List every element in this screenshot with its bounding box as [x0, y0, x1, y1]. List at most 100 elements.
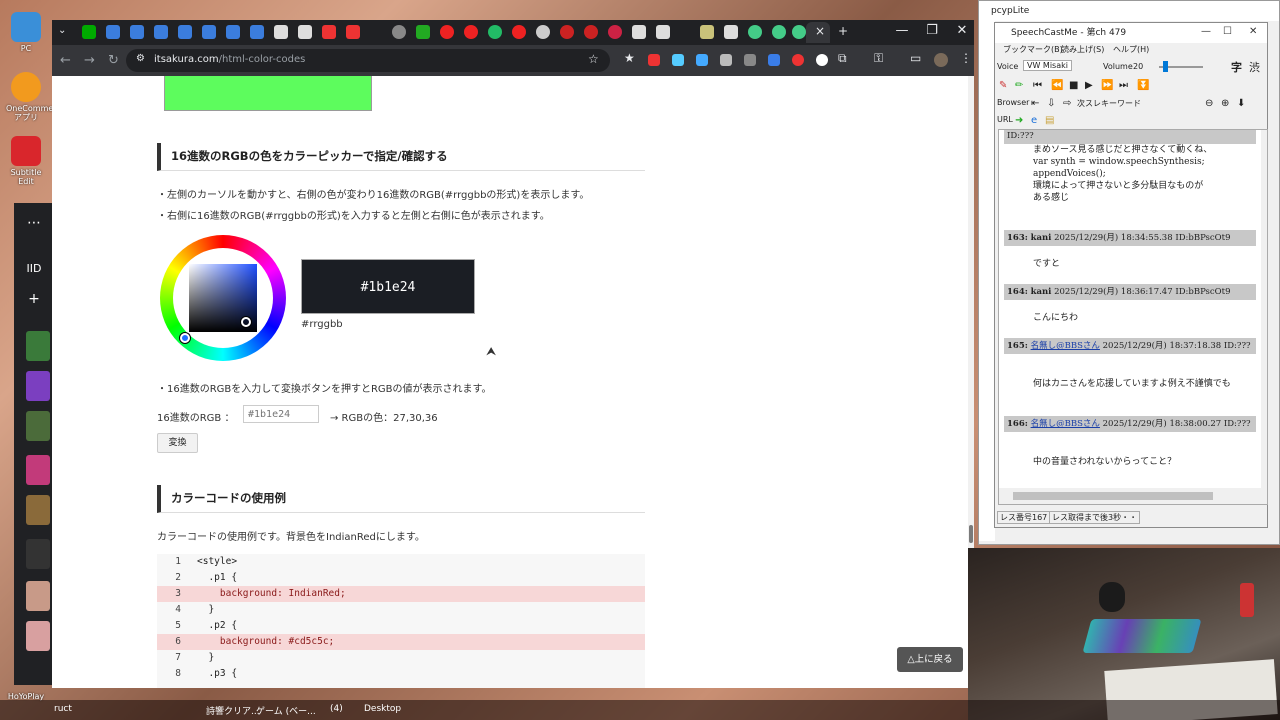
app-thumbnail[interactable]	[26, 411, 50, 441]
tab-favicon[interactable]	[322, 25, 336, 39]
maximize-icon[interactable]: ☐	[1223, 26, 1232, 37]
thread-horizontal-scrollbar-thumb[interactable]	[1013, 492, 1213, 500]
app-thumbnail[interactable]	[26, 539, 50, 569]
profile-avatar[interactable]	[934, 53, 948, 67]
nav-next-icon[interactable]: ⇨	[1063, 98, 1071, 109]
app-thumbnail[interactable]	[26, 621, 50, 651]
color-wheel[interactable]	[160, 235, 286, 361]
taskbar-item[interactable]: ruct	[54, 704, 72, 714]
nav-first-icon[interactable]: ⇤	[1031, 98, 1039, 109]
color-preview[interactable]: #1b1e24	[301, 259, 475, 314]
extension-icon[interactable]	[792, 54, 804, 66]
back-to-top-button[interactable]: △上に戻る	[897, 647, 963, 672]
app-thumbnail[interactable]	[26, 581, 50, 611]
tab-favicon[interactable]	[656, 25, 670, 39]
taskbar-item[interactable]: Desktop	[364, 704, 401, 714]
convert-button[interactable]: 変換	[157, 433, 198, 453]
desktop-icon-pc[interactable]: PC	[6, 12, 46, 53]
download-icon[interactable]: ⬇	[1237, 98, 1245, 109]
tab-favicon[interactable]	[130, 25, 144, 39]
tab-favicon[interactable]	[632, 25, 646, 39]
app-thumbnail[interactable]	[26, 331, 50, 361]
sidebar-tab[interactable]: IID	[24, 259, 44, 279]
kanji-button[interactable]: 字	[1231, 59, 1242, 75]
extensions-puzzle-icon[interactable]: ⧉	[838, 51, 847, 66]
tab-favicon[interactable]	[724, 25, 738, 39]
tab-favicon[interactable]	[608, 25, 622, 39]
kanji-button-2[interactable]: 渋	[1249, 59, 1260, 75]
fast-forward-icon[interactable]: ⏩	[1101, 80, 1113, 91]
close-icon[interactable]: ✕	[1249, 26, 1257, 37]
tab-favicon[interactable]	[392, 25, 406, 39]
tab-favicon[interactable]	[154, 25, 168, 39]
tab-favicon[interactable]	[464, 25, 478, 39]
menu-icon[interactable]: ⋯	[24, 213, 44, 233]
close-icon[interactable]: ✕	[948, 23, 974, 38]
add-icon[interactable]: +	[24, 289, 44, 309]
go-icon[interactable]: ➜	[1015, 115, 1023, 126]
thread-view[interactable]: ID:??? まめソース見る感じだと押さなくて動くね、 var synth = …	[998, 129, 1268, 505]
page-scrollbar-thumb[interactable]	[969, 525, 973, 543]
extension-icon[interactable]	[696, 54, 708, 66]
tab-favicon[interactable]	[416, 25, 430, 39]
extension-icon[interactable]	[744, 54, 756, 66]
tab-favicon[interactable]	[202, 25, 216, 39]
extension-icon[interactable]	[720, 54, 732, 66]
hex-input[interactable]	[243, 405, 319, 423]
app-thumbnail[interactable]	[26, 371, 50, 401]
star-filled-icon[interactable]: ★	[624, 51, 635, 65]
ie-icon[interactable]: e	[1031, 115, 1037, 126]
extension-icon[interactable]	[672, 54, 684, 66]
marker-icon[interactable]: ✎	[999, 80, 1007, 91]
sv-picker-handle[interactable]	[241, 317, 251, 327]
folder-icon[interactable]: ▤	[1045, 115, 1054, 126]
play-icon[interactable]: ▶	[1085, 80, 1093, 91]
voice-select[interactable]: VW Misaki	[1023, 60, 1072, 71]
menu-bookmark[interactable]: ブックマーク(B)	[1003, 44, 1063, 55]
taskbar-item[interactable]: ゲーム (ベー...	[256, 704, 316, 717]
tab-favicon[interactable]	[298, 25, 312, 39]
back-icon[interactable]: ←	[60, 53, 71, 68]
post-name[interactable]: 名無し@BBSさん	[1031, 341, 1100, 351]
taskbar-item[interactable]: 詩響クリア...	[206, 704, 260, 717]
reload-icon[interactable]: ↻	[108, 53, 119, 68]
side-panel-icon[interactable]: ▭	[910, 51, 921, 65]
menu-help[interactable]: ヘルプ(H)	[1113, 44, 1149, 55]
tab-favicon[interactable]	[274, 25, 288, 39]
tab-favicon[interactable]	[440, 25, 454, 39]
tab-favicon[interactable]	[536, 25, 550, 39]
tab-favicon[interactable]	[488, 25, 502, 39]
tab-favicon[interactable]	[512, 25, 526, 39]
download-icon[interactable]: ⏬	[1137, 80, 1149, 91]
menu-dots-icon[interactable]: ⋮	[960, 51, 972, 65]
tab-favicon[interactable]	[346, 25, 360, 39]
site-info-icon[interactable]: ⚙	[136, 53, 145, 64]
taskbar-item[interactable]: (4)	[330, 704, 343, 714]
menu-read[interactable]: 読み上げ(S)	[1061, 44, 1104, 55]
zoom-out-icon[interactable]: ⊖	[1205, 98, 1213, 109]
extension-icon[interactable]	[768, 54, 780, 66]
volume-slider-handle[interactable]	[1163, 61, 1168, 72]
desktop-icon-subtitle-edit[interactable]: Subtitle Edit	[6, 136, 46, 186]
extension-icon[interactable]	[816, 54, 828, 66]
tab-favicon[interactable]	[748, 25, 762, 39]
rewind-icon[interactable]: ⏪	[1051, 80, 1063, 91]
app-thumbnail[interactable]	[26, 495, 50, 525]
skip-first-icon[interactable]: ⏮	[1033, 80, 1042, 91]
minimize-icon[interactable]: —	[1201, 26, 1211, 37]
address-bar[interactable]: ⚙ itsakura.com/html-color-codes ☆	[126, 49, 610, 72]
tab-close-icon[interactable]: ×	[815, 24, 825, 38]
hue-picker-handle[interactable]	[180, 333, 190, 343]
password-key-icon[interactable]: ⚿	[874, 51, 883, 66]
pcyp-list[interactable]	[979, 21, 995, 541]
thread-scrollbar[interactable]	[1261, 130, 1267, 504]
tab-favicon[interactable]	[700, 25, 714, 39]
thread-horizontal-scrollbar[interactable]	[999, 488, 1261, 504]
forward-icon[interactable]: →	[84, 53, 95, 68]
tab-favicon[interactable]	[772, 25, 786, 39]
bookmark-star-icon[interactable]: ☆	[588, 52, 599, 66]
pencil-icon[interactable]: ✏	[1015, 80, 1023, 91]
tab-favicon[interactable]	[226, 25, 240, 39]
tab-favicon[interactable]	[178, 25, 192, 39]
new-tab-icon[interactable]: +	[838, 24, 848, 38]
